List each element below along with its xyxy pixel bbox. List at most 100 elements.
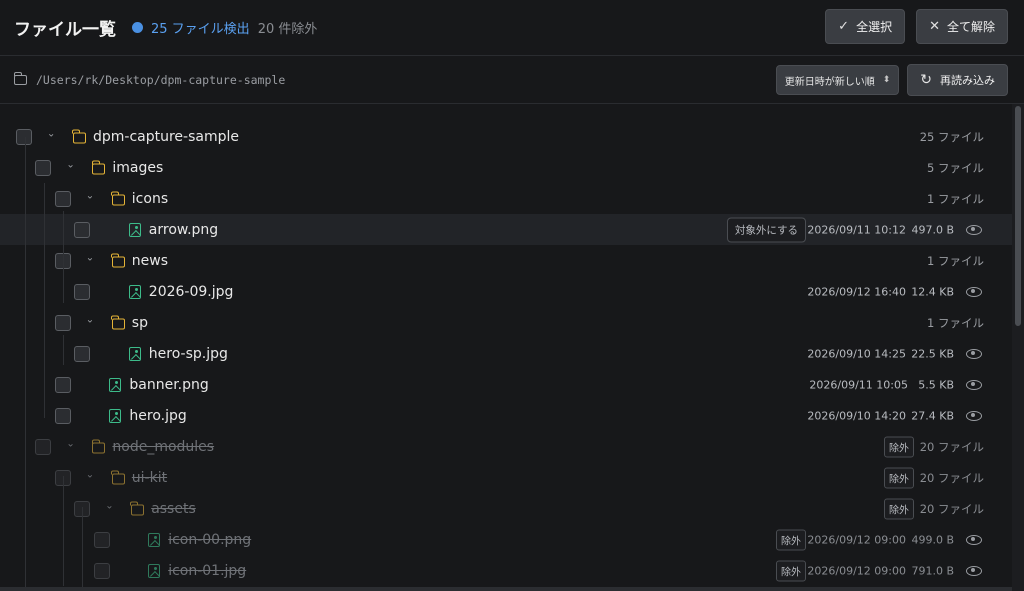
file-row[interactable]: banner.png 5.5 KB 2026/09/11 10:05 <box>0 369 1012 400</box>
image-file-icon <box>128 284 141 299</box>
page-title: ファイル一覧 <box>14 20 116 40</box>
row-checkbox[interactable] <box>54 376 71 393</box>
excluded-badge: 除外 <box>884 436 914 457</box>
file-size: 22.5 KB <box>911 347 954 360</box>
status-dot-icon <box>132 22 143 33</box>
item-name: arrow.png <box>148 221 219 238</box>
reload-button[interactable]: ↻ 再読み込み <box>907 64 1008 96</box>
file-size: 499.0 B <box>911 533 954 546</box>
folder-icon <box>72 129 86 143</box>
eye-icon[interactable] <box>966 224 982 235</box>
item-name: hero.jpg <box>129 407 187 424</box>
folder-icon <box>91 439 106 453</box>
item-name: images <box>112 159 164 176</box>
chevron-down-icon[interactable]: ⌄ <box>86 469 94 480</box>
item-name: node_modules <box>112 438 215 455</box>
sort-select[interactable]: 更新日時が新しい順 ⬍ <box>775 65 900 95</box>
eye-icon[interactable] <box>966 348 982 359</box>
modified-date: 2026/09/12 09:00 <box>807 533 906 546</box>
file-count: 20 ファイル <box>919 501 984 516</box>
file-count: 1 ファイル <box>927 191 984 206</box>
chevron-down-icon[interactable]: ⌄ <box>86 314 94 325</box>
row-checkbox[interactable] <box>54 314 71 331</box>
modified-date: 2026/09/10 14:20 <box>807 409 906 422</box>
row-checkbox[interactable] <box>74 283 91 300</box>
excluded-badge: 除外 <box>776 529 806 550</box>
sort-label: 更新日時が新しい順 <box>784 76 875 88</box>
tree-guide-line <box>63 335 64 365</box>
item-name: banner.png <box>129 376 209 393</box>
eye-icon[interactable] <box>966 286 982 297</box>
file-row[interactable]: arrow.png 497.0 B 2026/09/11 10:12 対象外にする <box>0 214 1012 245</box>
file-size: 12.4 KB <box>911 285 954 298</box>
folder-row[interactable]: ⌄ node_modules 20 ファイル 除外 <box>0 431 1012 462</box>
tree-guide-line <box>63 273 64 303</box>
file-row[interactable]: icon-00.png 499.0 B 2026/09/12 09:00 除外 <box>0 524 1012 555</box>
folder-icon <box>110 470 125 484</box>
file-count: 25 ファイル <box>919 129 984 144</box>
row-checkbox[interactable] <box>93 562 110 579</box>
reload-label: 再読み込み <box>940 74 995 87</box>
image-file-icon <box>148 532 161 547</box>
select-all-button[interactable]: ✓ 全選択 <box>825 9 906 44</box>
file-row[interactable]: icon-01.jpg 791.0 B 2026/09/12 09:00 除外 <box>0 555 1012 586</box>
refresh-icon: ↻ <box>920 72 932 88</box>
header-bar: ファイル一覧 25 ファイル検出 20 件除外 ✓ 全選択 ✕ 全て解除 <box>0 0 1024 56</box>
row-checkbox[interactable] <box>74 221 91 238</box>
eye-icon[interactable] <box>966 565 982 576</box>
folder-row[interactable]: ⌄ assets 20 ファイル 除外 <box>0 493 1012 524</box>
folder-row[interactable]: ⌄ news 1 ファイル <box>0 245 1012 276</box>
chevron-down-icon[interactable]: ⌄ <box>86 190 94 201</box>
item-name: dpm-capture-sample <box>93 128 240 145</box>
deselect-all-label: 全て解除 <box>946 20 995 34</box>
chevron-down-icon[interactable]: ⌄ <box>86 252 94 263</box>
chevron-down-icon[interactable]: ⌄ <box>105 500 113 511</box>
deselect-all-button[interactable]: ✕ 全て解除 <box>916 9 1008 44</box>
row-checkbox[interactable] <box>35 159 52 176</box>
eye-icon[interactable] <box>966 410 982 421</box>
image-file-icon <box>148 563 161 578</box>
chevron-down-icon[interactable]: ⌄ <box>47 128 55 139</box>
vertical-scrollbar[interactable] <box>1012 104 1024 591</box>
row-checkbox[interactable] <box>35 438 52 455</box>
exclude-button[interactable]: 対象外にする <box>726 217 806 242</box>
close-icon: ✕ <box>929 19 940 34</box>
current-path: /Users/rk/Desktop/dpm-capture-sample <box>36 72 286 87</box>
row-checkbox[interactable] <box>54 190 71 207</box>
image-file-icon <box>109 377 122 392</box>
file-size: 5.5 KB <box>918 378 954 391</box>
folder-row[interactable]: ⌄ sp 1 ファイル <box>0 307 1012 338</box>
folder-icon <box>130 501 145 515</box>
excluded-badge: 除外 <box>884 498 914 519</box>
file-count: 20 ファイル <box>919 470 984 485</box>
folder-icon <box>13 71 27 85</box>
chevron-down-icon[interactable]: ⌄ <box>66 438 74 449</box>
folder-row[interactable]: ⌄ dpm-capture-sample 25 ファイル <box>0 121 1012 152</box>
modified-date: 2026/09/11 10:12 <box>807 223 906 236</box>
select-all-label: 全選択 <box>856 20 893 34</box>
row-checkbox[interactable] <box>93 531 110 548</box>
image-file-icon <box>128 346 141 361</box>
tree-guide-line <box>25 137 26 591</box>
scroll-thumb[interactable] <box>1015 106 1021 326</box>
item-name: news <box>131 252 169 269</box>
folder-row[interactable]: ⌄ ui-kit 20 ファイル 除外 <box>0 462 1012 493</box>
row-checkbox[interactable] <box>54 407 71 424</box>
item-name: ui-kit <box>131 469 168 486</box>
row-checkbox[interactable] <box>74 345 91 362</box>
file-row[interactable]: hero.jpg 27.4 KB 2026/09/10 14:20 <box>0 400 1012 431</box>
folder-row[interactable]: ⌄ icons 1 ファイル <box>0 183 1012 214</box>
modified-date: 2026/09/12 16:40 <box>807 285 906 298</box>
eye-icon[interactable] <box>966 534 982 545</box>
horizontal-scrollbar[interactable] <box>0 587 1012 591</box>
sort-arrows-icon: ⬍ <box>882 74 891 85</box>
file-count: 5 ファイル <box>927 160 984 175</box>
chevron-down-icon[interactable]: ⌄ <box>66 159 74 170</box>
file-count: 1 ファイル <box>927 253 984 268</box>
row-checkbox[interactable] <box>16 128 32 145</box>
file-row[interactable]: hero-sp.jpg 22.5 KB 2026/09/10 14:25 <box>0 338 1012 369</box>
file-row[interactable]: 2026-09.jpg 12.4 KB 2026/09/12 16:40 <box>0 276 1012 307</box>
folder-row[interactable]: ⌄ images 5 ファイル <box>0 152 1012 183</box>
item-name: sp <box>131 314 148 331</box>
eye-icon[interactable] <box>966 379 982 390</box>
